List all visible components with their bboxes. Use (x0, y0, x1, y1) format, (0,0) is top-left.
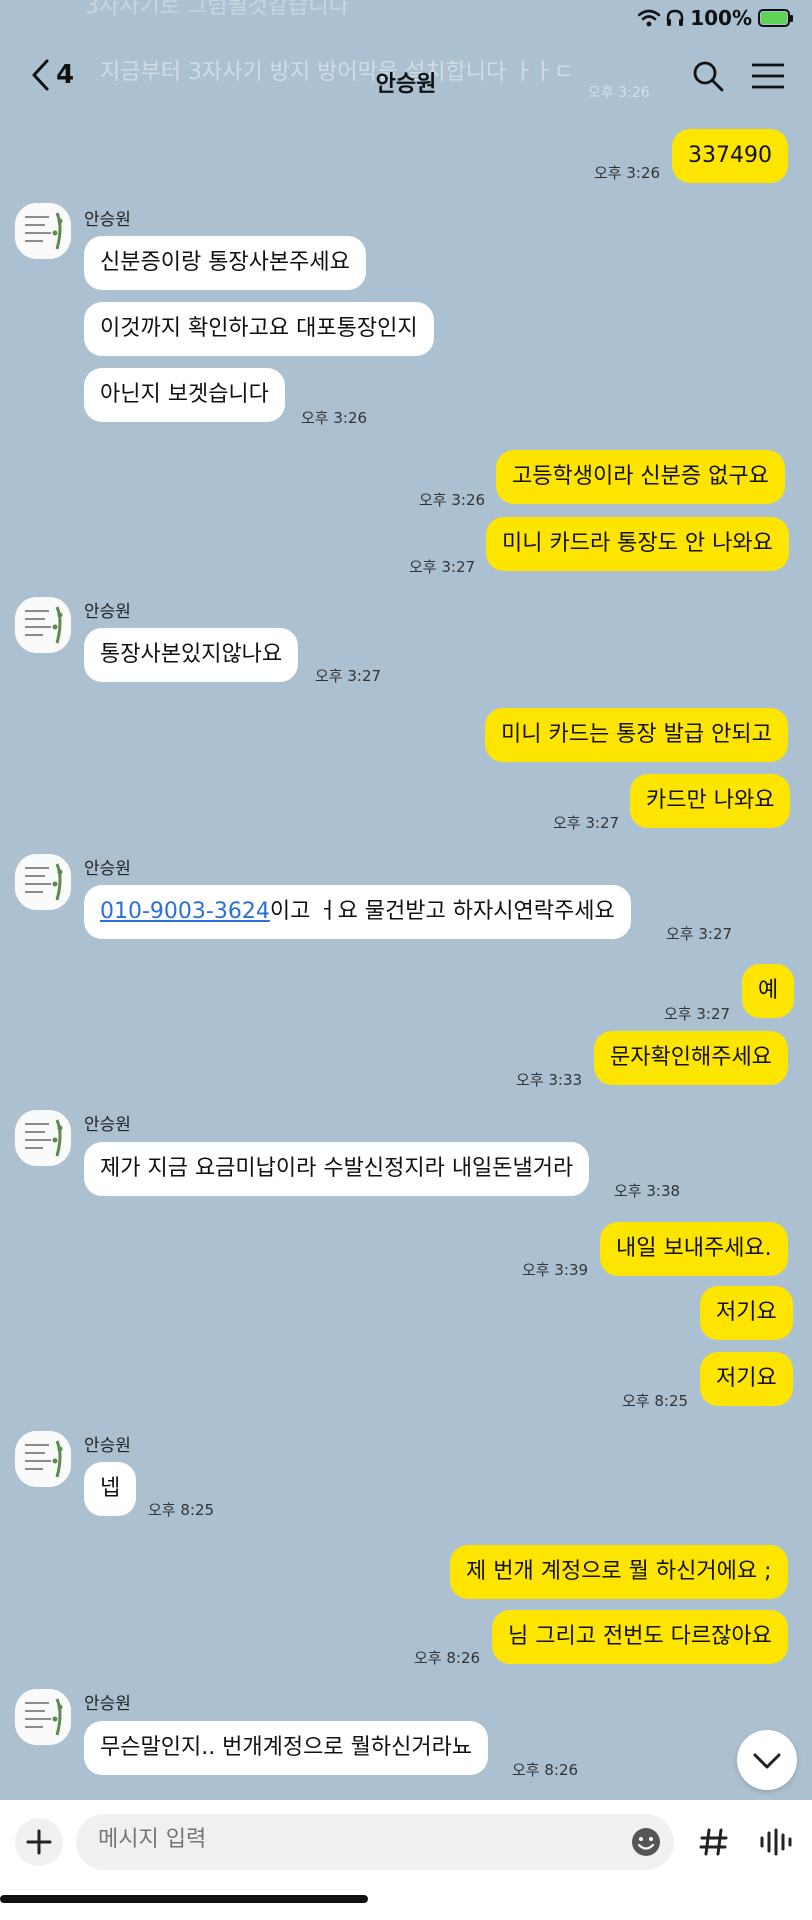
avatar[interactable] (15, 203, 71, 259)
message-time: 오후 3:26 (594, 164, 661, 182)
scroll-to-bottom-button[interactable] (737, 1730, 797, 1790)
sender-name: 안승원 (84, 602, 131, 622)
avatar[interactable] (15, 1110, 71, 1166)
my-message-bubble[interactable]: 저기요 (700, 1286, 793, 1340)
faded-preview-text: 3자사기로 그럼될것같습니다 (85, 0, 349, 19)
my-message-bubble[interactable]: 저기요 (700, 1352, 793, 1406)
avatar[interactable] (15, 854, 71, 910)
message-time: 오후 3:33 (516, 1071, 583, 1089)
plus-icon (26, 1829, 52, 1855)
avatar[interactable] (15, 1689, 71, 1745)
hashtag-button[interactable] (690, 1818, 738, 1866)
their-message-bubble[interactable]: 무슨말인지.. 번개계정으로 뭘하신거라뇨 (84, 1721, 489, 1775)
message-text: 이고 ㅓ요 물건받고 하자시연락주세요 (269, 899, 615, 924)
menu-icon[interactable] (750, 60, 786, 92)
avatar-image (15, 597, 71, 653)
search-icon[interactable] (692, 60, 724, 92)
wifi-icon (638, 9, 661, 27)
message-time: 오후 3:26 (419, 491, 486, 509)
their-message-bubble[interactable]: 신분증이랑 통장사본주세요 (84, 236, 366, 290)
chat-title: 안승원 (375, 72, 437, 97)
sender-name: 안승원 (84, 859, 131, 879)
message-time: 오후 8:26 (512, 1761, 579, 1779)
their-message-bubble[interactable]: 통장사본있지않나요 (84, 628, 299, 682)
my-message-bubble[interactable]: 고등학생이라 신분증 없구요 (496, 450, 785, 504)
my-message-bubble[interactable]: 미니 카드라 통장도 안 나와요 (486, 517, 789, 571)
my-message-bubble[interactable]: 카드만 나와요 (630, 774, 791, 828)
message-input-wrapper (76, 1814, 674, 1870)
voice-icon (760, 1828, 792, 1856)
sender-name: 안승원 (84, 1115, 131, 1135)
home-indicator (0, 1895, 368, 1903)
message-time: 오후 3:27 (409, 558, 476, 576)
avatar[interactable] (15, 597, 71, 653)
message-time: 오후 3:27 (315, 667, 382, 685)
sender-name: 안승원 (84, 1694, 131, 1714)
their-message-bubble[interactable]: 이것까지 확인하고요 대포통장인지 (84, 302, 434, 356)
my-message-bubble[interactable]: 미니 카드는 통장 발급 안되고 (485, 708, 788, 762)
chevron-down-icon (753, 1753, 781, 1769)
their-message-bubble[interactable]: 넵 (84, 1462, 137, 1516)
attach-button[interactable] (15, 1818, 63, 1866)
status-bar: 3자사기로 그럼될것같습니다 100% (0, 0, 812, 40)
sender-name: 안승원 (84, 1436, 131, 1456)
avatar[interactable] (15, 1431, 71, 1487)
message-time: 오후 8:25 (622, 1392, 689, 1410)
my-message-bubble[interactable]: 337490 (672, 129, 788, 183)
voice-button[interactable] (750, 1818, 798, 1866)
message-time: 오후 3:38 (614, 1182, 681, 1200)
my-message-bubble[interactable]: 예 (742, 964, 795, 1018)
my-message-bubble[interactable]: 문자확인해주세요 (594, 1031, 788, 1085)
their-message-bubble[interactable]: 아닌지 보겟습니다 (84, 368, 285, 422)
headphones-icon (667, 9, 684, 26)
message-time: 오후 3:27 (664, 1005, 731, 1023)
my-message-bubble[interactable]: 제 번개 계정으로 뭘 하신거에요 ; (450, 1545, 788, 1599)
battery-icon (758, 9, 793, 27)
phone-link[interactable]: 010-9003-3624 (100, 899, 270, 924)
avatar-image (15, 1431, 71, 1487)
my-message-bubble[interactable]: 님 그리고 전번도 다르잖아요 (492, 1610, 788, 1664)
status-indicators: 100% (638, 6, 793, 30)
their-message-bubble[interactable]: 010-9003-3624이고 ㅓ요 물건받고 하자시연락주세요 (84, 885, 631, 939)
message-time: 오후 8:26 (414, 1649, 481, 1667)
avatar-image (15, 854, 71, 910)
chat-header: 지금부터 3자사기 방지 방어막을 설치합니다 ㅏㅏㄷ 오후 3:26 4 안승… (0, 44, 812, 114)
message-time: 오후 3:27 (666, 925, 733, 943)
avatar-image (15, 1110, 71, 1166)
hash-icon (699, 1828, 728, 1856)
their-message-bubble[interactable]: 제가 지금 요금미납이라 수발신정지라 내일돈낼거라 (84, 1142, 590, 1196)
avatar-image (15, 203, 71, 259)
message-time: 오후 3:27 (553, 814, 620, 832)
avatar-image (15, 1689, 71, 1745)
message-time: 오후 8:25 (148, 1501, 215, 1519)
battery-percent: 100% (690, 6, 752, 30)
sender-name: 안승원 (84, 210, 131, 230)
message-time: 오후 3:26 (301, 409, 368, 427)
emoji-icon[interactable] (630, 1826, 662, 1858)
my-message-bubble[interactable]: 내일 보내주세요. (600, 1222, 788, 1276)
message-input[interactable] (96, 1826, 600, 1853)
message-time: 오후 3:39 (522, 1261, 589, 1279)
